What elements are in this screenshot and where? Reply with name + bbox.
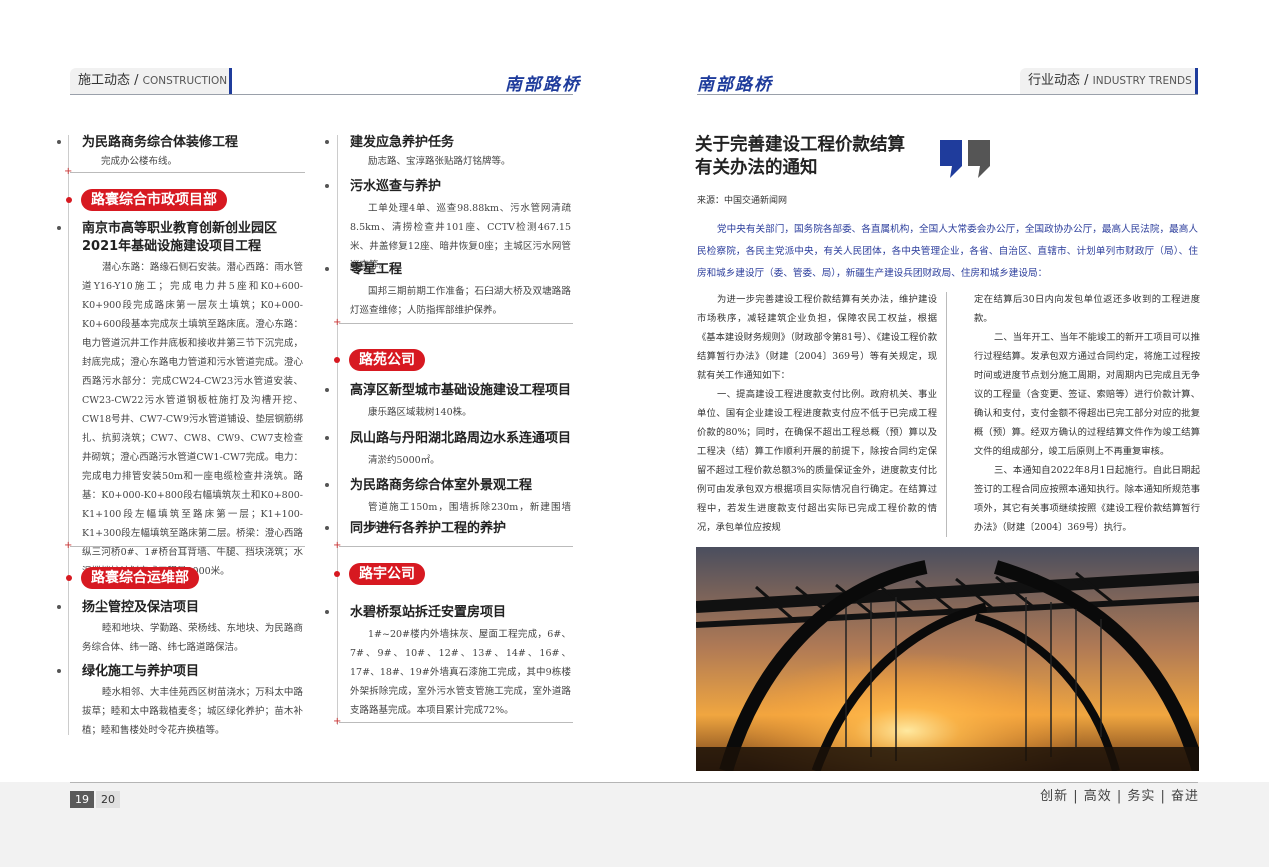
badge-dot [66,197,72,203]
divider [339,323,573,324]
badge-label: 路苑公司 [349,349,425,371]
project-text: 潜心东路：路缘石侧石安装。潜心西路：雨水管道Y16-Y10施工；完成电力井5座和… [82,262,303,577]
column-guide [337,135,338,725]
article-body-right: 定在结算后30日内向发包单位返还多收到的工程进度款。 二、当年开工、当年不能竣工… [974,290,1200,537]
column-guide [946,292,947,537]
article-title-line: 关于完善建设工程价款结算 [695,135,905,155]
project-text: 康乐路区域栽树140株。 [368,407,472,418]
project-text: 完成办公楼布线。 [101,156,178,167]
article-addressees: 党中央有关部门，国务院各部委、各直属机构，全国人大常委会办公厅，全国政协办公厅，… [697,224,1198,279]
project-text: 睦水相邻、大丰佳苑西区树苗浇水；万科太中路拔草；睦和太中路栽植麦冬；城区绿化养护… [82,687,303,736]
article-paragraph: 为进一步完善建设工程价款结算有关办法，维护建设市场秩序，减轻建筑企业负担，保障农… [697,294,937,381]
article-paragraph: 二、当年开工、当年不能竣工的新开工项目可以推行过程结算。发承包双方通过合同约定，… [974,332,1200,457]
section-badge: 路苑公司 [334,349,425,371]
project-title: 零星工程 [325,261,571,279]
project-title: 为民路商务综合体装修工程 [57,134,303,152]
quote-mark-icon [940,140,990,178]
header-rule-right [697,94,1198,95]
section-tab-en: CONSTRUCTION [142,75,228,87]
page-number-right: 20 [96,791,120,808]
badge-label: 路寰综合市政项目部 [81,189,227,211]
project-text: 1#~20#楼内外墙抹灰、屋面工程完成，6#、7#、9#、10#、12#、13#… [350,629,571,716]
project-title: 扬尘管控及保洁项目 [57,599,303,617]
badge-label: 路寰综合运维部 [81,567,199,589]
project-item: 同步进行各养护工程的养护 [325,520,571,538]
divider [339,546,573,547]
page-number-left: 19 [70,791,94,808]
article-paragraph: 三、本通知自2022年8月1日起施行。自此日期起签订的工程合同应按照本通知执行。… [974,465,1200,533]
section-badge: 路寰综合运维部 [66,567,199,589]
project-item: 建发应急养护任务 励志路、宝淳路张贴路灯铭牌等。 [325,134,571,171]
brand-logo-left: 南部路桥 [505,75,581,95]
section-badge: 路寰综合市政项目部 [66,189,227,211]
header-rule-left [70,94,573,95]
badge-dot [334,571,340,577]
article-paragraph: 一、提高建设工程进度款支付比例。政府机关、事业单位、国有企业建设工程进度款支付应… [697,389,937,533]
project-text: 国邦三期前期工作准备；石臼湖大桥及双塘路路灯巡查维修；人防指挥部维护保养。 [350,286,571,316]
section-tab-en: INDUSTRY TRENDS [1092,75,1192,87]
project-item: 高淳区新型城市基础设施建设工程项目 康乐路区域栽树140株。 [325,382,571,422]
project-title: 为民路商务综合体室外景观工程 [325,477,571,495]
divider [339,722,573,723]
section-tab-construction: 施工动态 / CONSTRUCTION [70,68,232,94]
bridge-sunset-photo [696,547,1199,771]
project-text: 励志路、宝淳路张贴路灯铭牌等。 [368,156,511,167]
project-item: 零星工程 国邦三期前期工作准备；石臼湖大桥及双塘路路灯巡查维修；人防指挥部维护保… [325,261,571,320]
article-title: 关于完善建设工程价款结算 有关办法的通知 [695,134,905,180]
project-title: 南京市高等职业教育创新创业园区2021年基础设施建设项目工程 [57,220,303,256]
section-tab-cn: 施工动态 / [78,73,143,88]
badge-dot [66,575,72,581]
article-title-line: 有关办法的通知 [695,158,818,178]
divider-mark: + [64,166,73,177]
project-title: 建发应急养护任务 [325,134,571,152]
project-item: 水碧桥泵站拆迁安置房项目 1#~20#楼内外墙抹灰、屋面工程完成，6#、7#、9… [325,604,571,720]
slogan: 创新 | 高效 | 务实 | 奋进 [1040,789,1199,804]
project-item: 南京市高等职业教育创新创业园区2021年基础设施建设项目工程 潜心东路：路缘石侧… [57,220,303,581]
project-title: 污水巡查与养护 [325,178,571,196]
project-item: 扬尘管控及保洁项目 睦和地块、学勤路、荣杨线、东地块、为民路商务综合体、纬一路、… [57,599,303,657]
project-item: 凤山路与丹阳湖北路周边水系连通项目 清淤约5000㎡。 [325,430,571,470]
project-title: 绿化施工与养护项目 [57,663,303,681]
project-item: 为民路商务综合体装修工程 完成办公楼布线。 [57,134,303,171]
article-source: 来源：中国交通新闻网 [697,196,788,206]
divider-mark: + [333,317,342,328]
column-guide [68,135,69,735]
project-text: 清淤约5000㎡。 [368,455,440,466]
article-paragraph: 定在结算后30日内向发包单位返还多收到的工程进度款。 [974,294,1200,324]
project-item: 绿化施工与养护项目 睦水相邻、大丰佳苑西区树苗浇水；万科太中路拔草；睦和太中路栽… [57,663,303,740]
project-title: 水碧桥泵站拆迁安置房项目 [325,604,571,622]
brand-logo-right: 南部路桥 [697,75,773,95]
divider-mark: + [333,716,342,727]
divider-mark: + [64,540,73,551]
badge-dot [334,357,340,363]
badge-label: 路宇公司 [349,563,425,585]
divider [70,546,305,547]
article-body-left: 为进一步完善建设工程价款结算有关办法，维护建设市场秩序，减轻建筑企业负担，保障农… [697,290,937,537]
project-title: 凤山路与丹阳湖北路周边水系连通项目 [325,430,571,448]
section-tab-cn: 行业动态 / [1028,73,1093,88]
section-tab-industry: 行业动态 / INDUSTRY TRENDS [1020,68,1198,94]
project-title: 高淳区新型城市基础设施建设工程项目 [325,382,571,400]
divider [70,172,305,173]
project-text: 睦和地块、学勤路、荣杨线、东地块、为民路商务综合体、纬一路、纬七路道路保洁。 [82,623,303,653]
footer-rule [70,782,1198,783]
project-title: 同步进行各养护工程的养护 [325,520,571,538]
divider-mark: + [333,540,342,551]
section-badge: 路宇公司 [334,563,425,585]
